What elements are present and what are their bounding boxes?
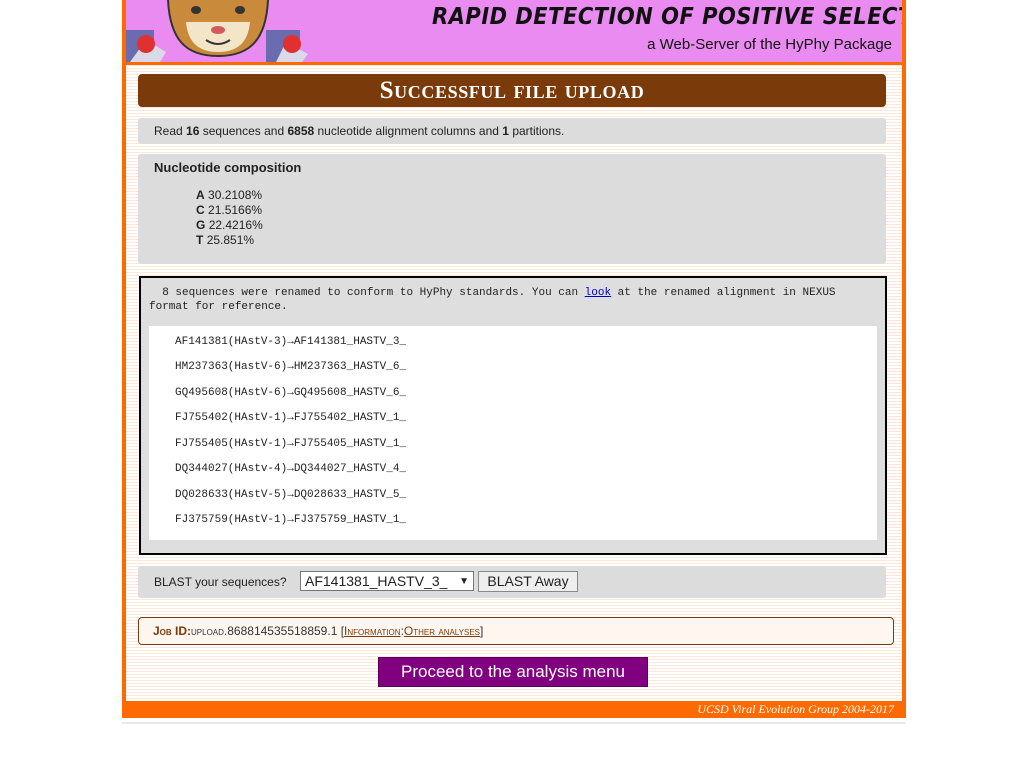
column-count: 6858 [287,124,315,138]
partition-count: 1 [502,124,509,138]
composition-item: C 21.5166% [196,203,263,218]
blast-away-button[interactable]: BLAST Away [478,571,578,592]
rename-list: AF141381(HAstV-3)→AF141381_HASTV_3_ HM23… [149,326,877,540]
base-value: 22.4216% [208,218,263,232]
base-value: 30.2108% [208,188,263,202]
blast-label: BLAST your sequences? [154,575,287,589]
job-id-bar: Job ID:upload.868814535518859.1 [Informa… [138,617,894,645]
list-item: FJ755402(HAstV-1)→FJ755402_HASTV_1_ [175,412,407,424]
base-value: 21.5166% [208,203,263,217]
dropdown-arrow-icon: ▼ [459,576,469,587]
composition-item: T 25.851% [196,233,263,248]
summary-suffix: partitions. [508,124,565,138]
blast-sequence-select[interactable]: AF141381_HASTV_3_ ▼ [300,571,474,591]
composition-item: A 30.2108% [196,188,263,203]
list-item: FJ755405(HAstV-1)→FJ755405_HASTV_1_ [175,438,407,450]
look-link[interactable]: look [585,287,611,299]
base-label: A [196,188,205,202]
banner: RAPID DETECTION OF POSITIVE SELECTION a … [126,0,902,65]
nucleotide-composition-panel: Nucleotide composition A 30.2108% C 21.5… [138,154,886,264]
rename-message: 8 sequences were renamed to conform to H… [149,286,869,314]
base-value: 25.851% [206,233,255,247]
list-item: DQ028633(HAstV-5)→DQ028633_HASTV_5_ [175,489,407,501]
summary-prefix: Read [154,124,187,138]
upload-summary-text: Read 16 sequences and 6858 nucleotide al… [138,124,564,138]
composition-item: G 22.4216% [196,218,263,233]
upload-summary-panel: Read 16 sequences and 6858 nucleotide al… [138,118,886,144]
banner-title: RAPID DETECTION OF POSITIVE SELECTION [432,2,902,30]
proceed-button[interactable]: Proceed to the analysis menu [378,657,648,687]
renamed-sequences-panel: 8 sequences were renamed to conform to H… [139,276,887,555]
base-label: G [196,218,206,232]
list-item: GQ495608(HAstV-6)→GQ495608_HASTV_6_ [175,387,407,399]
sequence-count: 16 [186,124,200,138]
base-label: C [196,203,205,217]
banner-subtitle: a Web-Server of the HyPhy Package [647,36,892,53]
job-id-value: upload.868814535518859.1 [191,624,338,638]
job-id-label: Job ID: [153,624,192,638]
list-item: HM237363(HastV-6)→HM237363_HASTV_6_ [175,361,407,373]
rename-message-start: 8 sequences were renamed to conform to H… [149,287,585,299]
base-label: T [196,233,204,247]
job-bracket-close: ] [480,624,484,638]
page-bottom-edge [122,722,906,724]
list-item: DQ344027(HAstv-4)→DQ344027_HASTV_4_ [175,463,407,475]
mascot-logo-icon [126,0,308,62]
list-item: FJ375759(HAstV-1)→FJ375759_HASTV_1_ [175,514,407,526]
list-item: AF141381(HAstV-3)→AF141381_HASTV_3_ [175,336,407,348]
information-link[interactable]: Information [344,624,401,638]
summary-mid2: nucleotide alignment columns and [314,124,503,138]
footer: UCSD Viral Evolution Group 2004-2017 [126,701,902,718]
page-title: Successful file upload [138,74,886,107]
other-analyses-link[interactable]: Other analyses [404,624,480,638]
blast-selected-value: AF141381_HASTV_3_ [305,573,448,589]
composition-title: Nucleotide composition [154,160,302,175]
summary-mid1: sequences and [199,124,288,138]
page-frame: RAPID DETECTION OF POSITIVE SELECTION a … [122,0,906,718]
blast-panel: BLAST your sequences? AF141381_HASTV_3_ … [138,566,886,598]
composition-list: A 30.2108% C 21.5166% G 22.4216% T 25.85… [196,188,263,248]
